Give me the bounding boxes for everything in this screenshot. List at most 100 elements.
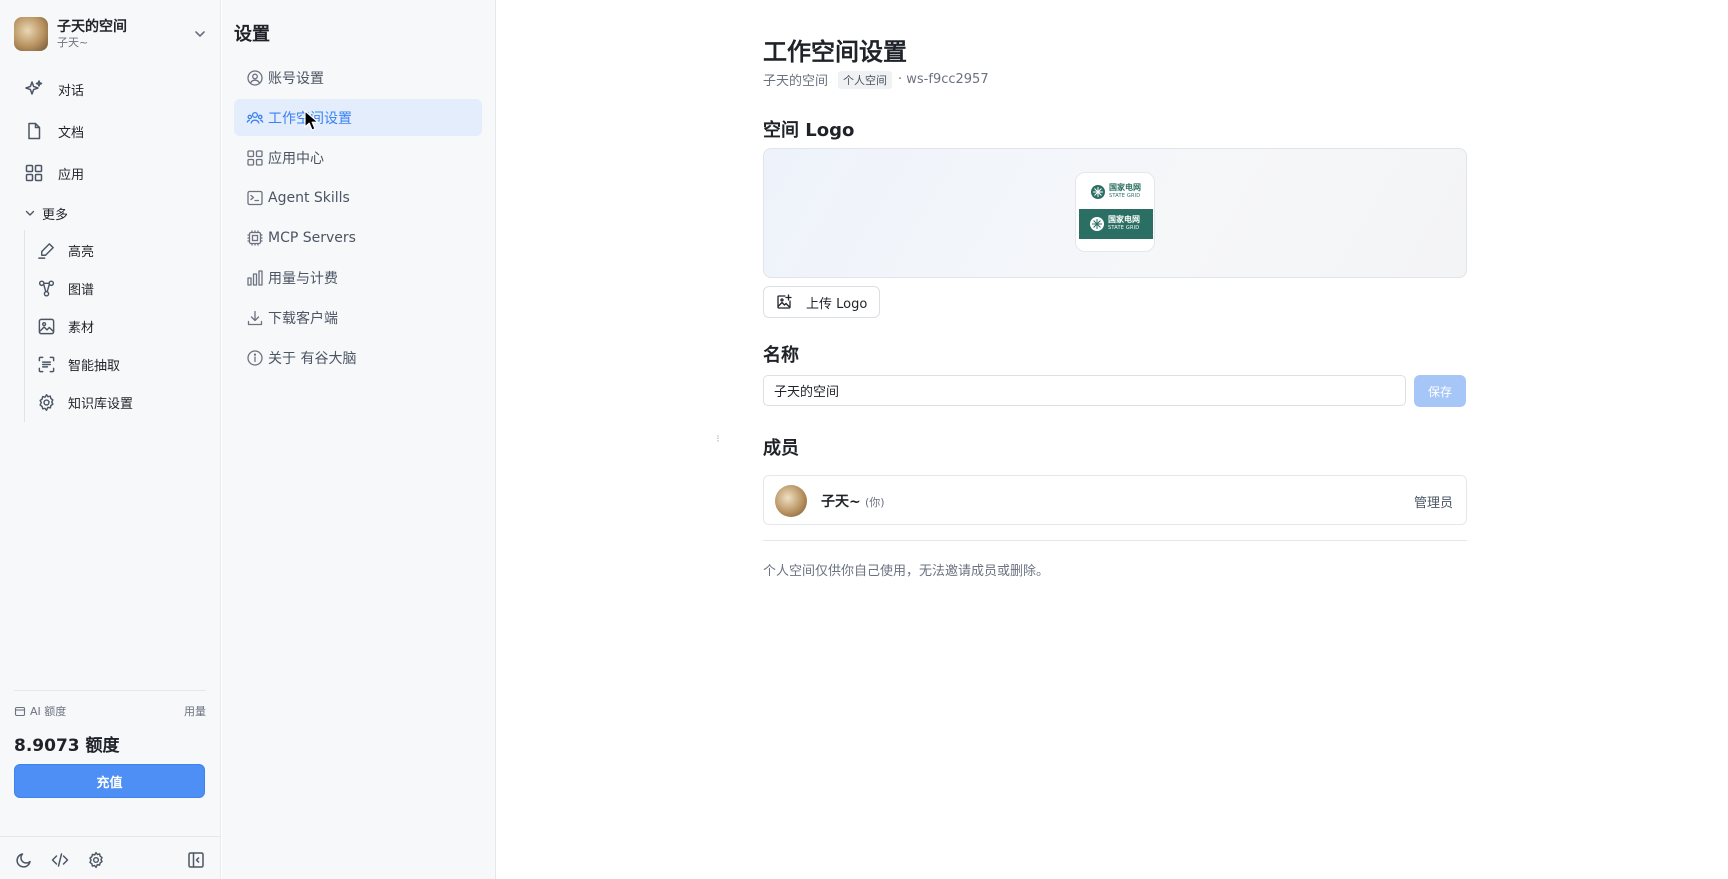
nav-item-label: 知识库设置 — [68, 396, 134, 412]
image-upload-icon — [776, 294, 792, 310]
terminal-icon — [246, 189, 264, 207]
download-icon — [246, 309, 264, 327]
divider — [763, 540, 1467, 541]
apps-grid-icon — [246, 149, 264, 167]
logo-cn-text: 国家电网 — [1108, 215, 1140, 224]
recharge-button[interactable]: 充值 — [14, 764, 205, 798]
logo-bottom-band: 国家电网 STATE GRID — [1079, 209, 1153, 239]
settings-panel: 设置 账号设置 工作空间设置 应用中心 Agent Skills MCP Ser… — [222, 0, 720, 879]
logo-section-title: 空间 Logo — [763, 120, 855, 141]
chevron-down-icon — [24, 207, 36, 219]
subtitle-workspace-name: 子天的空间 — [763, 74, 829, 89]
usage-link[interactable]: 用量 — [184, 703, 206, 719]
workspace-type-badge: 个人空间 — [838, 70, 893, 89]
user-circle-icon — [246, 69, 264, 87]
collapse-sidebar-icon[interactable] — [187, 851, 205, 869]
mouse-cursor-icon — [304, 110, 319, 131]
logo-text-bottom: 国家电网 STATE GRID — [1108, 216, 1140, 232]
highlighter-icon — [37, 241, 56, 260]
settings-item-account[interactable]: 账号设置 — [234, 59, 482, 96]
settings-item-download[interactable]: 下载客户端 — [234, 299, 482, 336]
graph-icon — [37, 279, 56, 298]
workspace-switcher[interactable]: 子天的空间 子天~ — [14, 16, 208, 52]
settings-item-app-center[interactable]: 应用中心 — [234, 139, 482, 176]
moon-icon[interactable] — [15, 851, 33, 869]
ai-quota-panel: AI 额度 用量 8.9073 额度 充值 — [14, 690, 206, 798]
settings-item-label: MCP Servers — [268, 229, 356, 246]
nav-item-materials[interactable]: 素材 — [37, 311, 207, 341]
settings-item-usage-billing[interactable]: 用量与计费 — [234, 259, 482, 296]
settings-item-about[interactable]: 关于 有谷大脑 — [234, 339, 482, 376]
workspace-avatar — [14, 17, 48, 51]
logo-top-band: 国家电网 STATE GRID — [1080, 181, 1152, 203]
settings-item-label: 账号设置 — [268, 70, 324, 87]
nav-item-label: 图谱 — [68, 282, 95, 298]
upload-logo-label: 上传 Logo — [806, 296, 868, 312]
name-section-title: 名称 — [763, 345, 799, 366]
logo-en-text: STATE GRID — [1108, 225, 1140, 231]
nav-item-label: 高亮 — [68, 244, 95, 260]
more-label: 更多 — [42, 207, 69, 223]
image-icon — [37, 317, 56, 336]
info-icon — [246, 349, 264, 367]
save-button[interactable]: 保存 — [1414, 375, 1466, 407]
chevron-down-icon[interactable] — [192, 26, 208, 42]
code-icon[interactable] — [51, 851, 69, 869]
settings-item-mcp-servers[interactable]: MCP Servers — [234, 219, 482, 256]
gear-icon[interactable] — [87, 851, 105, 869]
nav-item-extraction[interactable]: 智能抽取 — [37, 349, 207, 379]
nav-item-graph[interactable]: 图谱 — [37, 273, 207, 303]
settings-item-agent-skills[interactable]: Agent Skills — [234, 179, 482, 216]
settings-item-label: 下载客户端 — [268, 310, 338, 327]
nav-item-apps[interactable]: 应用 — [14, 156, 208, 190]
more-sub-list: 高亮 图谱 素材 智能抽取 知识库设置 — [24, 230, 204, 422]
nav-item-label: 素材 — [68, 320, 95, 336]
member-name: 子天~ — [821, 494, 861, 510]
workspace-user: 子天~ — [57, 36, 89, 49]
member-row: 子天~ (你) 管理员 — [763, 475, 1467, 525]
workspace-logo: 国家电网 STATE GRID 国家电网 STATE GRID — [1075, 172, 1155, 252]
nav-item-chat[interactable]: 对话 — [14, 72, 208, 106]
settings-title: 设置 — [234, 24, 270, 45]
avatar — [775, 485, 807, 517]
upload-logo-button[interactable]: 上传 Logo — [763, 286, 880, 318]
wallet-icon — [14, 705, 26, 717]
cpu-icon — [246, 229, 264, 247]
nav-item-highlights[interactable]: 高亮 — [37, 235, 207, 265]
state-grid-emblem-icon — [1090, 217, 1104, 231]
quota-value: 8.9073 额度 — [14, 736, 120, 756]
state-grid-emblem-icon — [1091, 185, 1105, 199]
member-role: 管理员 — [1413, 496, 1453, 511]
page-title: 工作空间设置 — [763, 38, 907, 66]
gear-icon — [37, 393, 56, 412]
sparkle-icon — [24, 79, 44, 99]
more-toggle[interactable]: 更多 — [24, 203, 68, 223]
main-content: 工作空间设置 子天的空间 个人空间 · ws-f9cc2957 空间 Logo … — [497, 0, 1728, 879]
nav-item-label: 文档 — [58, 125, 85, 141]
nav-item-docs[interactable]: 文档 — [14, 114, 208, 148]
workspace-subtitle: 子天的空间 个人空间 · ws-f9cc2957 — [763, 70, 989, 89]
workspace-info: 子天的空间 子天~ — [57, 18, 192, 50]
app-sidebar: 子天的空间 子天~ 对话 文档 应用 更多 高亮 图谱 素材 智能抽取 知识库设… — [0, 0, 221, 879]
scan-text-icon — [37, 355, 56, 374]
settings-item-label: 用量与计费 — [268, 270, 338, 287]
logo-text-top: 国家电网 STATE GRID — [1109, 184, 1141, 200]
bar-chart-icon — [246, 269, 264, 287]
settings-item-workspace[interactable]: 工作空间设置 — [234, 99, 482, 136]
workspace-name-input[interactable] — [763, 375, 1406, 406]
document-icon — [24, 121, 44, 141]
logo-en-text: STATE GRID — [1109, 193, 1141, 199]
workspace-id: · ws-f9cc2957 — [898, 72, 989, 87]
nav-item-label: 应用 — [58, 167, 85, 183]
settings-item-label: 关于 有谷大脑 — [268, 350, 357, 367]
workspace-name: 子天的空间 — [57, 19, 127, 35]
nav-item-label: 智能抽取 — [68, 358, 121, 374]
quota-label-group: AI 额度 — [14, 703, 66, 719]
nav-item-kb-settings[interactable]: 知识库设置 — [37, 387, 207, 417]
apps-grid-icon — [24, 163, 44, 183]
nav-item-label: 对话 — [58, 83, 85, 99]
settings-item-label: Agent Skills — [268, 189, 350, 206]
users-icon — [246, 109, 264, 127]
settings-item-label: 应用中心 — [268, 150, 324, 167]
personal-space-note: 个人空间仅供你自己使用，无法邀请成员或删除。 — [763, 564, 1050, 579]
